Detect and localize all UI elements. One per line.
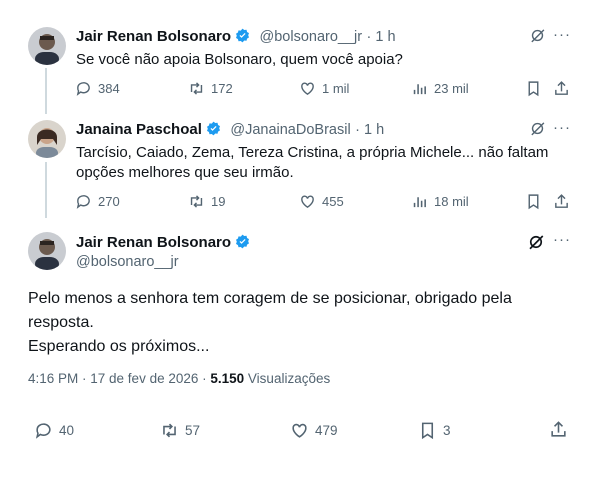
tweet-text-line: Esperando os próximos...: [28, 338, 210, 355]
views-button[interactable]: 18 mil: [411, 193, 469, 210]
views-icon: [413, 197, 426, 208]
heart-icon: [292, 423, 307, 438]
retweet-icon: [190, 82, 203, 95]
author-name[interactable]: Janaina Paschoal: [76, 121, 202, 138]
tweet-text-line: Tarcísio, Caiado, Zema, Tereza Cristina,…: [76, 144, 549, 161]
avatar[interactable]: [28, 120, 66, 158]
views-icon: [413, 84, 426, 95]
reply-count: 40: [59, 423, 75, 438]
like-button[interactable]: 455: [299, 193, 344, 210]
tweet-text-line: Pelo menos a senhora tem coragem de se p…: [28, 290, 512, 307]
like-count: 1 mil: [322, 81, 350, 96]
author-name[interactable]: Jair Renan Bolsonaro: [76, 234, 231, 251]
author-handle[interactable]: @bolsonaro__jr: [76, 254, 179, 270]
retweet-count: 172: [211, 81, 233, 96]
more-options-icon[interactable]: ···: [553, 231, 571, 248]
more-options-icon[interactable]: ···: [553, 26, 571, 43]
tweet-text-line: opções melhores que seu irmão.: [76, 164, 294, 181]
reply-icon: [76, 195, 90, 209]
like-count: 479: [315, 423, 338, 438]
retweet-button[interactable]: 57: [160, 421, 200, 440]
reply-button[interactable]: 40: [34, 421, 74, 440]
share-icon[interactable]: [553, 80, 570, 102]
retweet-button[interactable]: 19: [188, 193, 225, 210]
share-icon[interactable]: [553, 193, 570, 215]
views-count: 23 mil: [434, 81, 469, 96]
bookmark-icon[interactable]: [525, 193, 542, 215]
reply-icon: [35, 423, 51, 439]
tweet-text: Tarcísio, Caiado, Zema, Tereza Cristina,…: [76, 143, 548, 183]
avatar[interactable]: [28, 27, 66, 65]
reply-icon: [76, 82, 90, 96]
more-options-icon[interactable]: ···: [553, 119, 571, 136]
author-handle[interactable]: @JanainaDoBrasil: [230, 122, 350, 138]
grok-icon[interactable]: [527, 233, 545, 256]
views-button[interactable]: 23 mil: [411, 80, 469, 97]
retweet-icon: [163, 423, 176, 438]
like-count: 455: [322, 194, 344, 209]
timestamp[interactable]: 4:16 PM · 17 de fev de 2026 ·: [28, 371, 210, 386]
tweet-header: Jair Renan Bolsonaro @bolsonaro__jr · 1 …: [76, 28, 396, 46]
tweet-time[interactable]: · 1 h: [355, 122, 384, 138]
grok-icon[interactable]: [529, 27, 546, 49]
like-button[interactable]: 479: [290, 421, 338, 440]
bookmark-icon: [421, 422, 434, 440]
like-button[interactable]: 1 mil: [299, 80, 349, 97]
tweet-text-line: resposta.: [28, 314, 94, 331]
avatar[interactable]: [28, 232, 66, 270]
verified-badge-icon: [236, 28, 250, 43]
retweet-button[interactable]: 172: [188, 80, 233, 97]
thread-line: [45, 162, 47, 218]
reply-count: 270: [98, 194, 120, 209]
author-handle[interactable]: @bolsonaro__jr: [260, 29, 363, 45]
author-name[interactable]: Jair Renan Bolsonaro: [76, 28, 231, 45]
views-count: 18 mil: [434, 194, 469, 209]
views-total: 5.150: [210, 371, 245, 386]
grok-icon[interactable]: [529, 120, 546, 142]
tweet-time[interactable]: · 1 h: [367, 29, 396, 45]
heart-icon: [301, 82, 314, 96]
heart-icon: [301, 195, 314, 209]
verified-badge-icon: [236, 234, 250, 249]
tweet-text: Pelo menos a senhora tem coragem de se p…: [28, 287, 512, 359]
reply-count: 384: [98, 81, 120, 96]
verified-badge-icon: [206, 121, 220, 136]
tweet-text: Se você não apoia Bolsonaro, quem você a…: [76, 51, 403, 68]
tweet-header: Janaina Paschoal @JanainaDoBrasil · 1 h: [76, 121, 384, 139]
share-icon[interactable]: [549, 420, 568, 444]
views-label: Visualizações: [244, 371, 331, 386]
reply-button[interactable]: 384: [75, 80, 120, 97]
bookmark-icon[interactable]: [525, 80, 542, 102]
retweet-icon: [190, 195, 203, 208]
retweet-count: 19: [211, 194, 226, 209]
tweet-header: Jair Renan Bolsonaro: [76, 234, 250, 252]
thread-line: [45, 68, 47, 114]
bookmark-button[interactable]: 3: [418, 421, 451, 440]
bookmark-count: 3: [443, 423, 451, 438]
tweet-metadata: 4:16 PM · 17 de fev de 2026 · 5.150 Visu…: [28, 371, 330, 386]
retweet-count: 57: [185, 423, 201, 438]
reply-button[interactable]: 270: [75, 193, 120, 210]
